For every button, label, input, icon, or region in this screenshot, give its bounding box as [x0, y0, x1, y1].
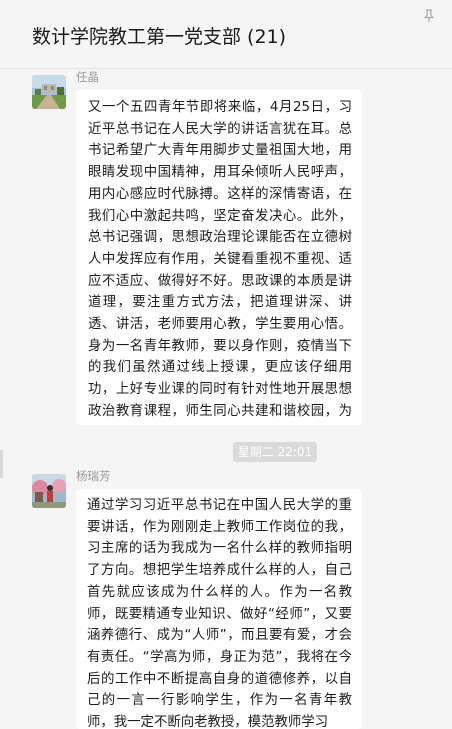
sender-name: 杨瑞芳: [76, 469, 111, 483]
timestamp-badge: 星期二 22:01: [233, 442, 317, 462]
avatar[interactable]: [32, 474, 66, 508]
avatar[interactable]: [32, 75, 66, 109]
sender-name: 任晶: [76, 70, 99, 84]
chat-title: 数计学院教工第一党支部 (21): [32, 26, 287, 48]
chat-header: 数计学院教工第一党支部 (21): [0, 0, 452, 69]
message-bubble[interactable]: 通过学习习近平总书记在中国人民大学的重要讲话，作为刚刚走上教师工作岗位的我，习主…: [76, 489, 362, 729]
message-bubble[interactable]: 又一个五四青年节即将来临，4月25日，习近平总书记在人民大学的讲话言犹在耳。总书…: [76, 90, 362, 425]
message-text: 通过学习习近平总书记在中国人民大学的重要讲话，作为刚刚走上教师工作岗位的我，习主…: [87, 498, 352, 729]
scroll-marker: [0, 450, 3, 478]
pin-icon[interactable]: [421, 8, 437, 24]
message-text: 又一个五四青年节即将来临，4月25日，习近平总书记在人民大学的讲话言犹在耳。总书…: [88, 100, 352, 419]
